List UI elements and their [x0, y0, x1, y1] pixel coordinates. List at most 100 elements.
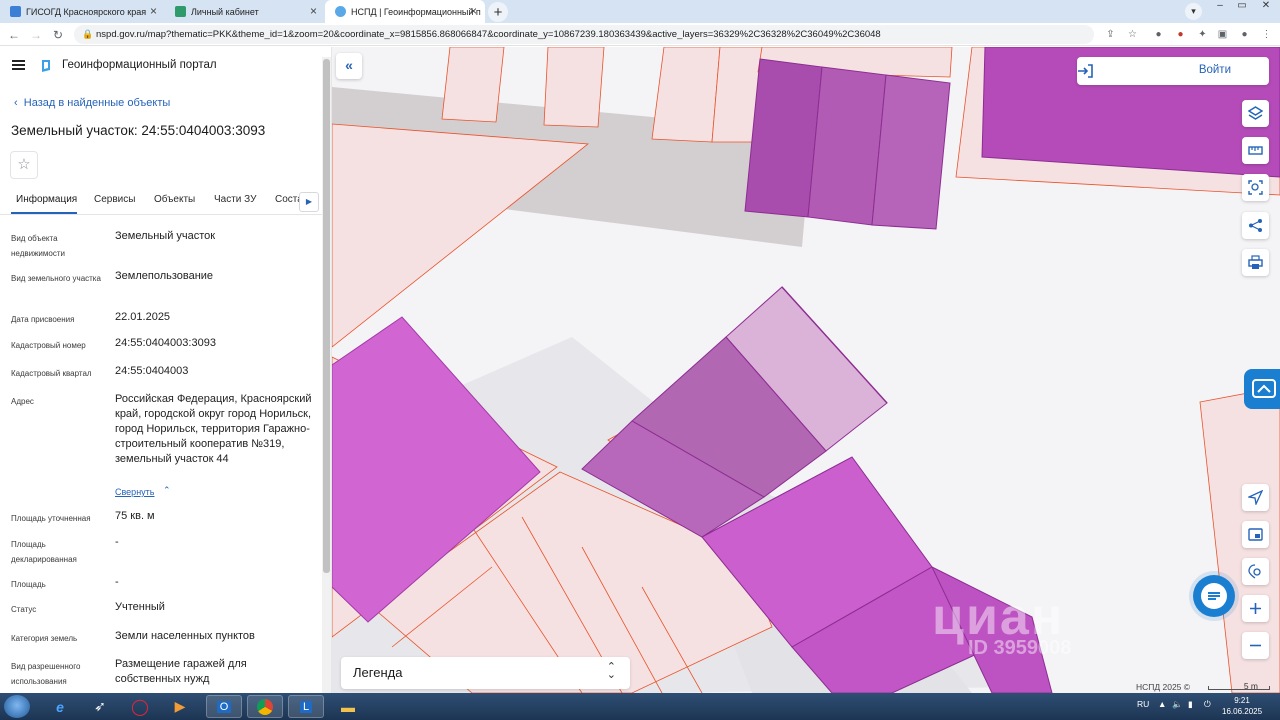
field-value: 22.01.2025	[115, 311, 171, 323]
explorer-folder-icon[interactable]: ▬	[330, 695, 366, 718]
field-value: -	[115, 576, 119, 588]
select-area-icon	[1248, 180, 1263, 195]
panel-scrollbar[interactable]	[322, 57, 331, 693]
panel-tabs: Информация Сервисы Объекты Части ЗУ Сост…	[0, 187, 322, 215]
layers-icon	[1248, 106, 1263, 120]
opera-icon[interactable]: ◯	[122, 695, 158, 718]
start-button[interactable]	[4, 695, 30, 718]
back-icon[interactable]: ←	[6, 27, 22, 43]
language-indicator[interactable]: RU	[1137, 699, 1149, 709]
address-bar[interactable]: 🔒 nspd.gov.ru/map?thematic=PKK&theme_id=…	[74, 25, 1094, 44]
assistant-tab[interactable]	[1244, 369, 1280, 409]
app-bird-icon[interactable]: ➶	[82, 695, 118, 718]
close-tab-icon[interactable]: ×	[470, 5, 477, 17]
measure-button[interactable]	[1242, 137, 1269, 164]
chat-button[interactable]	[1193, 575, 1235, 617]
field-value: Учтенный	[115, 601, 165, 613]
menu-dots-icon[interactable]: ⋮	[1260, 28, 1273, 41]
field-label: Дата присвоения	[11, 315, 75, 324]
scale-bar: 5 m	[1208, 677, 1270, 691]
tab-objects[interactable]: Объекты	[154, 194, 195, 205]
object-title: Земельный участок: 24:55:0404003:3093	[11, 123, 266, 138]
field-label: Адрес	[11, 397, 34, 406]
media-player-icon[interactable]: ▶	[162, 695, 198, 718]
field-label: Вид разрешенного использования	[11, 662, 81, 686]
url-text: nspd.gov.ru/map?thematic=PKK&theme_id=1&…	[96, 29, 881, 40]
close-tab-icon[interactable]: ×	[150, 5, 157, 17]
minimap-icon	[1248, 528, 1263, 541]
active-tab-indicator	[11, 212, 77, 214]
browser-tab-gisogd[interactable]: ГИСОГД Красноярского края ×	[0, 0, 165, 23]
field-label: Площадь уточненная	[11, 514, 91, 523]
collapse-panel-icon[interactable]: «	[336, 53, 362, 79]
legend-dropdown[interactable]: Легенда ⌃ ⌄	[341, 657, 630, 689]
extension-icon[interactable]: ●	[1174, 28, 1187, 41]
field-value: Земельный участок	[115, 230, 216, 242]
field-label: Статус	[11, 605, 37, 614]
puzzle-icon[interactable]: ✦	[1196, 28, 1209, 41]
field-label: Кадастровый номер	[11, 341, 86, 350]
outlook-icon[interactable]: O	[206, 695, 242, 718]
scrollbar-thumb[interactable]	[323, 59, 330, 573]
tab-parcel-parts[interactable]: Части ЗУ	[214, 194, 256, 205]
browser-tab-cabinet[interactable]: Личный кабинет ×	[165, 0, 325, 23]
zoom-in-button[interactable]	[1242, 595, 1269, 622]
tabs-scroll-right-icon[interactable]: ▶	[299, 192, 319, 212]
browser-tab-nspd[interactable]: НСПД | Геоинформационный п ×	[325, 0, 485, 23]
maximize-icon[interactable]: ▭	[1232, 0, 1252, 12]
login-label: Войти	[1198, 64, 1231, 76]
field-label: Площадь декларированная	[11, 540, 77, 564]
site-favicon-icon	[335, 6, 346, 17]
share-icon[interactable]: ⇪	[1104, 28, 1117, 41]
tab-services[interactable]: Сервисы	[94, 194, 135, 205]
minimap-button[interactable]	[1242, 521, 1269, 548]
chevron-up-icon[interactable]: ⌃	[163, 485, 171, 496]
menu-icon[interactable]	[12, 60, 25, 70]
select-area-button[interactable]	[1242, 174, 1269, 201]
search-location-button[interactable]	[1242, 558, 1269, 585]
collapse-link[interactable]: Свернуть	[115, 487, 154, 497]
field-label: Вид земельного участка	[11, 274, 101, 283]
profile-icon[interactable]: ●	[1238, 28, 1251, 41]
zoom-out-button[interactable]	[1242, 632, 1269, 659]
tab-title: ГИСОГД Красноярского края	[26, 6, 147, 17]
minimize-icon[interactable]: –	[1210, 0, 1230, 12]
reload-icon[interactable]: ↻	[50, 27, 66, 43]
extension-icon[interactable]: ●	[1152, 28, 1165, 41]
address-value: Российская Федерация, Красноярский край,…	[115, 393, 312, 465]
ie-icon[interactable]: e	[42, 695, 78, 718]
site-favicon-icon	[10, 6, 21, 17]
clock-date: 16.06.2025	[1222, 707, 1263, 716]
tray-arrow-icon[interactable]: ▲	[1158, 699, 1166, 709]
field-value: 75 кв. м	[115, 510, 155, 522]
network-icon[interactable]: ▮	[1188, 699, 1193, 710]
sidebar-icon[interactable]: ▣	[1216, 28, 1229, 41]
map-canvas[interactable]: циан ID 3959008 « Войти Легенда ⌃ ⌄ НСПД…	[332, 47, 1280, 693]
chrome-icon[interactable]	[247, 695, 283, 718]
back-to-results-link[interactable]: ‹ Назад в найденные объекты	[14, 97, 170, 109]
location-search-icon	[1248, 564, 1261, 579]
favorite-star-icon[interactable]: ☆	[10, 151, 38, 179]
chat-icon	[1201, 583, 1227, 609]
bookmark-star-icon[interactable]: ☆	[1126, 28, 1139, 41]
tab-search-icon[interactable]: ▾	[1185, 3, 1202, 20]
login-button[interactable]: Войти	[1077, 57, 1269, 85]
system-clock[interactable]: 9:21 16.06.2025	[1222, 695, 1262, 717]
share-button[interactable]	[1242, 212, 1269, 239]
volume-icon[interactable]: 🔈	[1172, 699, 1183, 710]
navigate-icon	[1248, 490, 1263, 505]
forward-icon[interactable]: →	[28, 27, 44, 43]
geolocation-button[interactable]	[1242, 484, 1269, 511]
portal-title: Геоинформационный портал	[62, 59, 217, 71]
print-button[interactable]	[1242, 249, 1269, 276]
close-tab-icon[interactable]: ×	[310, 5, 317, 17]
layers-button[interactable]	[1242, 100, 1269, 127]
portal-logo-icon	[42, 60, 50, 72]
browser-tab-strip: ГИСОГД Красноярского края × Личный кабин…	[0, 0, 1280, 23]
power-icon[interactable]: ⏻	[1204, 699, 1211, 710]
close-window-icon[interactable]: ✕	[1256, 0, 1276, 12]
tab-information[interactable]: Информация	[16, 194, 77, 205]
lync-icon[interactable]: L	[288, 695, 324, 718]
new-tab-button[interactable]: +	[488, 2, 508, 22]
tab-title: НСПД | Геоинформационный п	[351, 6, 481, 17]
